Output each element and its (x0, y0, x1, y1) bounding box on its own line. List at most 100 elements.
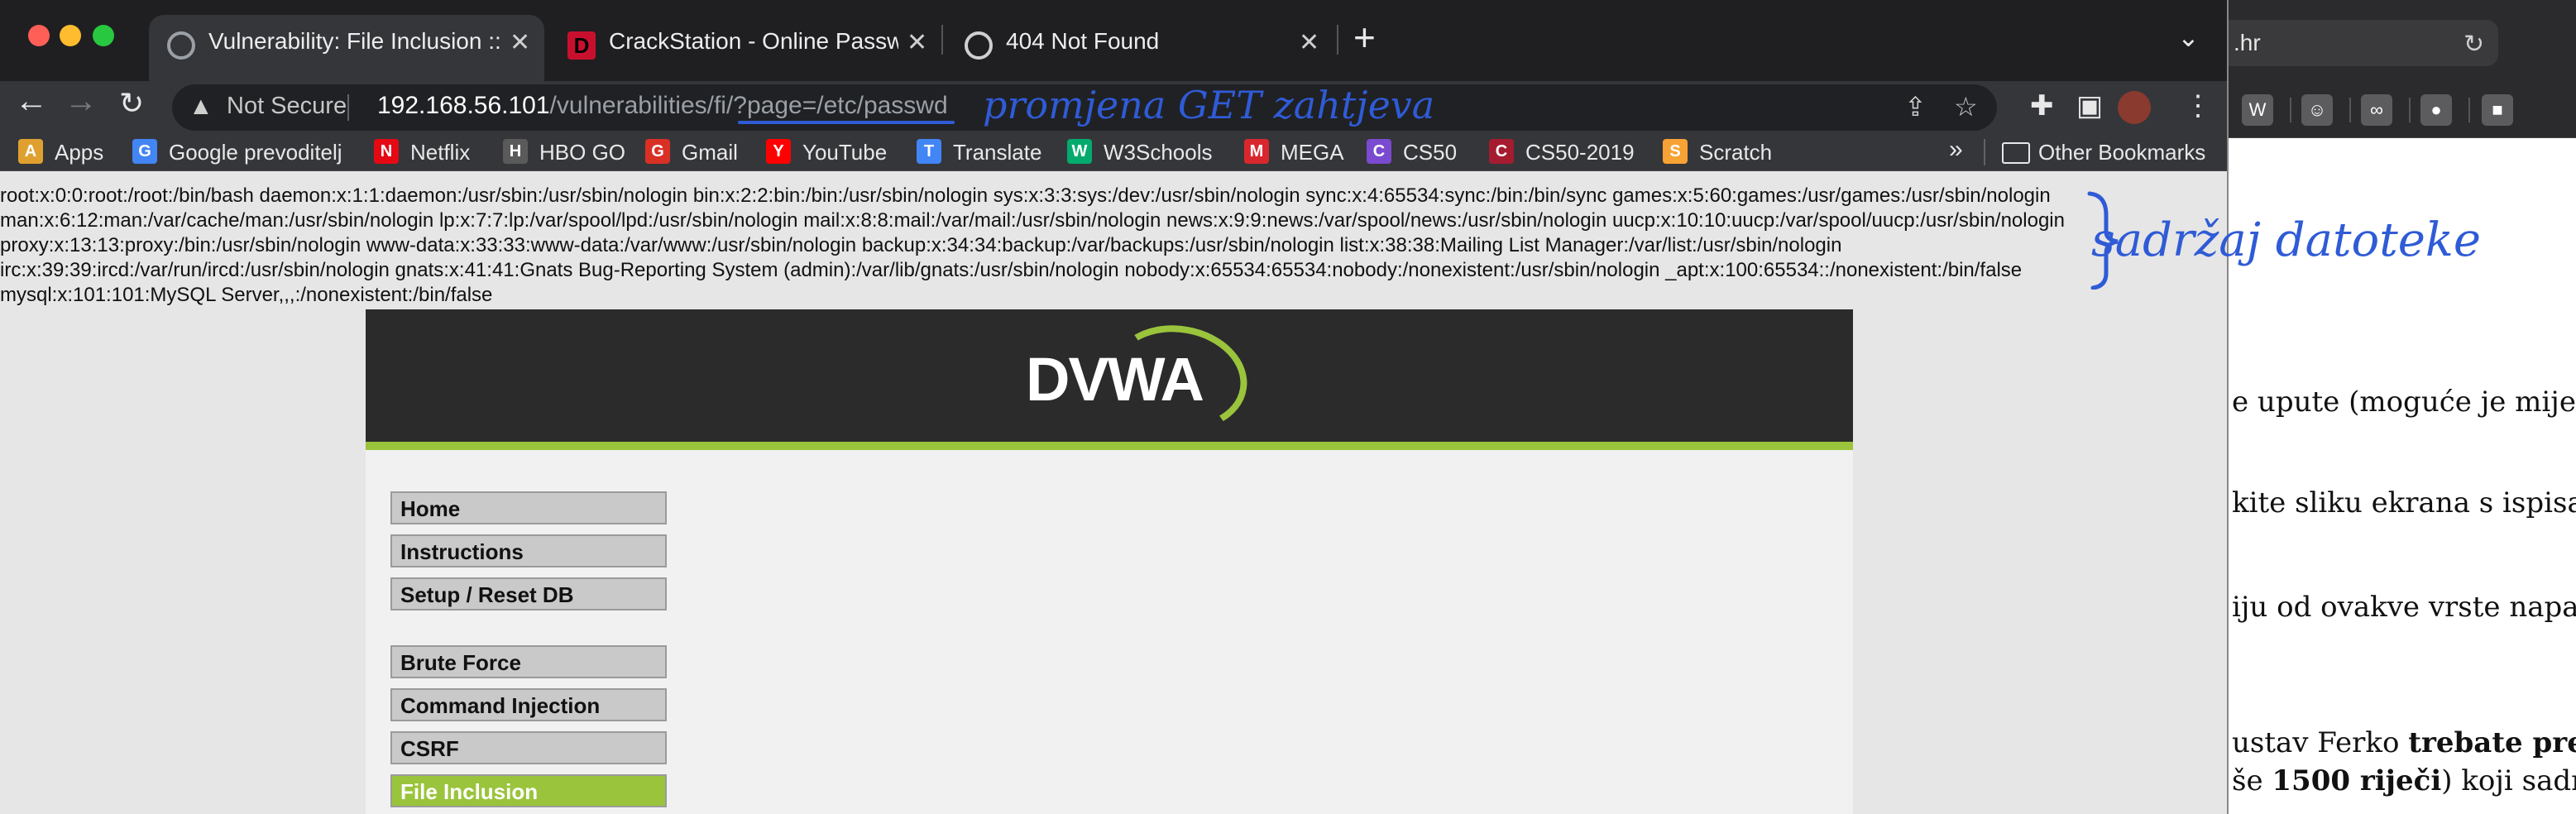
close-tab-icon[interactable]: ✕ (1299, 28, 1319, 57)
mega-icon: M (1244, 139, 1269, 164)
handwritten-underline (738, 121, 955, 124)
background-address-bar[interactable]: .hr ↻ (2225, 20, 2498, 66)
bookmark-label: CS50-2019 (1525, 140, 1635, 165)
tab-title: 404 Not Found (1006, 28, 1160, 54)
bookmark-robot-icon[interactable]: ☺ (2301, 94, 2333, 126)
apps-grid-icon: A (18, 139, 43, 164)
scratch-icon: S (1663, 139, 1688, 164)
other-bookmarks-label: Other Bookmarks (2038, 140, 2206, 165)
bookmark-divider (2290, 98, 2291, 122)
menu-item-instructions[interactable]: Instructions (390, 534, 667, 567)
menu-item-home[interactable]: Home (390, 491, 667, 524)
passwd-line: proxy:x:13:13:proxy:/bin:/usr/sbin/nolog… (0, 234, 1842, 256)
hbo-icon: H (503, 139, 528, 164)
dvwa-logo: DVWA (1026, 345, 1204, 414)
reload-icon[interactable]: ↻ (2463, 30, 2484, 59)
bookmark-label: Translate (953, 140, 1042, 165)
bookmark-extra-icon[interactable]: ■ (2482, 94, 2513, 126)
tab-crackstation[interactable]: D CrackStation - Online Passwo ✕ (549, 15, 938, 81)
bookmark-google-prevoditelj[interactable]: G Google prevoditelj (132, 137, 342, 165)
tab-title: Vulnerability: File Inclusion :: Da (208, 28, 503, 54)
passwd-line: mysql:x:101:101:MySQL Server,,,:/nonexis… (0, 284, 493, 306)
handwritten-content-note: sadržaj datoteke (2091, 213, 2481, 267)
globe-icon (965, 31, 993, 60)
reading-list-icon[interactable]: ▣ (2076, 89, 2103, 122)
reload-icon[interactable]: ↻ (119, 86, 144, 121)
file-contents-output: root:x:0:0:root:/root:/bin/bash daemon:x… (0, 184, 2065, 308)
menu-kebab-icon[interactable]: ⋮ (2184, 89, 2212, 122)
address-separator (347, 94, 349, 121)
bookmark-w-icon[interactable]: W (2242, 94, 2273, 126)
bookmark-scratch[interactable]: S Scratch (1663, 137, 1828, 165)
w3schools-icon: W (1067, 139, 1092, 164)
background-url-text: .hr (2234, 30, 2261, 55)
bookmark-label: HBO GO (539, 140, 626, 165)
bookmark-label: Apps (55, 140, 104, 165)
bookmark-github-icon[interactable]: ● (2420, 94, 2452, 126)
bookmark-w3schools[interactable]: W W3Schools (1067, 137, 1233, 165)
more-bookmarks-chevron-icon[interactable]: » (1949, 136, 1963, 164)
bookmark-translate[interactable]: T Translate (917, 137, 1082, 165)
back-arrow-icon[interactable]: ← (15, 83, 48, 120)
menu-item-brute-force[interactable]: Brute Force (390, 645, 667, 678)
document-line: ustav Ferko trebate preda (2232, 726, 2576, 759)
tab-file-inclusion[interactable]: Vulnerability: File Inclusion :: Da ✕ (149, 15, 544, 81)
bookmark-label: YouTube (802, 140, 888, 165)
background-bookmarks-bar: W ☺ ∞ ● ■ (2225, 83, 2576, 138)
close-tab-icon[interactable]: ✕ (907, 28, 927, 57)
close-tab-icon[interactable]: ✕ (510, 28, 530, 57)
bookmarks-bar: A Apps G Google prevoditelj N Netflix H HBO GO G… (0, 132, 2227, 171)
document-line: kite sliku ekrana s ispisanc (2232, 486, 2576, 520)
harvard-icon: C (1489, 139, 1514, 164)
menu-item-file-inclusion[interactable]: File Inclusion (390, 774, 667, 807)
menu-item-csrf[interactable]: CSRF (390, 731, 667, 764)
document-line-bold: trebate preda (2408, 726, 2576, 759)
passwd-line: root:x:0:0:root:/root:/bin/bash daemon:x… (0, 184, 2051, 207)
share-icon[interactable]: ⇪ (1904, 91, 1927, 122)
not-secure-label[interactable]: Not Secure (227, 93, 347, 120)
tab-separator (941, 25, 943, 55)
extensions-puzzle-icon[interactable]: ✚ (2030, 89, 2054, 122)
tab-separator (1337, 25, 1338, 55)
document-line-pre: iju od ovakve vrste napada (2232, 591, 2576, 624)
translate-icon: T (917, 139, 941, 164)
google-translate-icon: G (132, 139, 157, 164)
tab-bar: Vulnerability: File Inclusion :: Da ✕ D … (0, 0, 2227, 81)
bookmark-link-icon[interactable]: ∞ (2361, 94, 2392, 126)
star-icon[interactable]: ☆ (1954, 91, 1978, 122)
bookmark-label: CS50 (1403, 140, 1458, 165)
edx-icon: C (1367, 139, 1391, 164)
netflix-icon: N (374, 139, 399, 164)
bookmark-label: Netflix (410, 140, 471, 165)
minimize-window-button[interactable] (60, 25, 81, 46)
background-toolbar: .hr ↻ (2225, 0, 2576, 83)
bookmark-label: Scratch (1699, 140, 1773, 165)
bookmark-divider (2349, 98, 2351, 122)
other-bookmarks-folder[interactable]: Other Bookmarks (2002, 137, 2217, 165)
tab-search-chevron-icon[interactable]: ⌄ (2177, 22, 2200, 53)
crackstation-icon: D (567, 31, 596, 60)
document-line-post: ) koji sadrži (2441, 764, 2576, 797)
tab-title: CrackStation - Online Passwo (609, 28, 898, 54)
maximize-window-button[interactable] (93, 25, 114, 46)
tab-404[interactable]: 404 Not Found ✕ (946, 15, 1335, 81)
forward-arrow-icon[interactable]: → (65, 83, 98, 120)
menu-item-command-injection[interactable]: Command Injection (390, 688, 667, 721)
document-line-pre: e upute (moguće je mijenj (2232, 385, 2576, 419)
dvwa-header: DVWA (366, 309, 1853, 450)
new-tab-button[interactable]: + (1353, 15, 1376, 60)
url-text[interactable]: 192.168.56.101/vulnerabilities/fi/?page=… (377, 92, 948, 120)
profile-avatar[interactable] (2118, 91, 2151, 124)
bookmark-separator (1984, 139, 1985, 165)
url-path: /vulnerabilities/fi/?page=/etc/passwd (549, 92, 948, 119)
document-line-pre: še (2232, 764, 2272, 797)
menu-item-setup-reset-db[interactable]: Setup / Reset DB (390, 577, 667, 610)
passwd-line: man:x:6:12:man:/var/cache/man:/usr/sbin/… (0, 209, 2065, 232)
bookmark-label: Gmail (682, 140, 738, 165)
background-window: .hr ↻ W ☺ ∞ ● ■ e upute (moguće je mijen… (2225, 0, 2576, 814)
bookmark-hbo-go[interactable]: H HBO GO (503, 137, 668, 165)
document-line-pre: kite sliku ekrana s ispisanc (2232, 486, 2576, 520)
bookmark-youtube[interactable]: Y YouTube (766, 137, 931, 165)
close-window-button[interactable] (28, 25, 50, 46)
bookmark-cs50-2019[interactable]: C CS50-2019 (1489, 137, 1654, 165)
